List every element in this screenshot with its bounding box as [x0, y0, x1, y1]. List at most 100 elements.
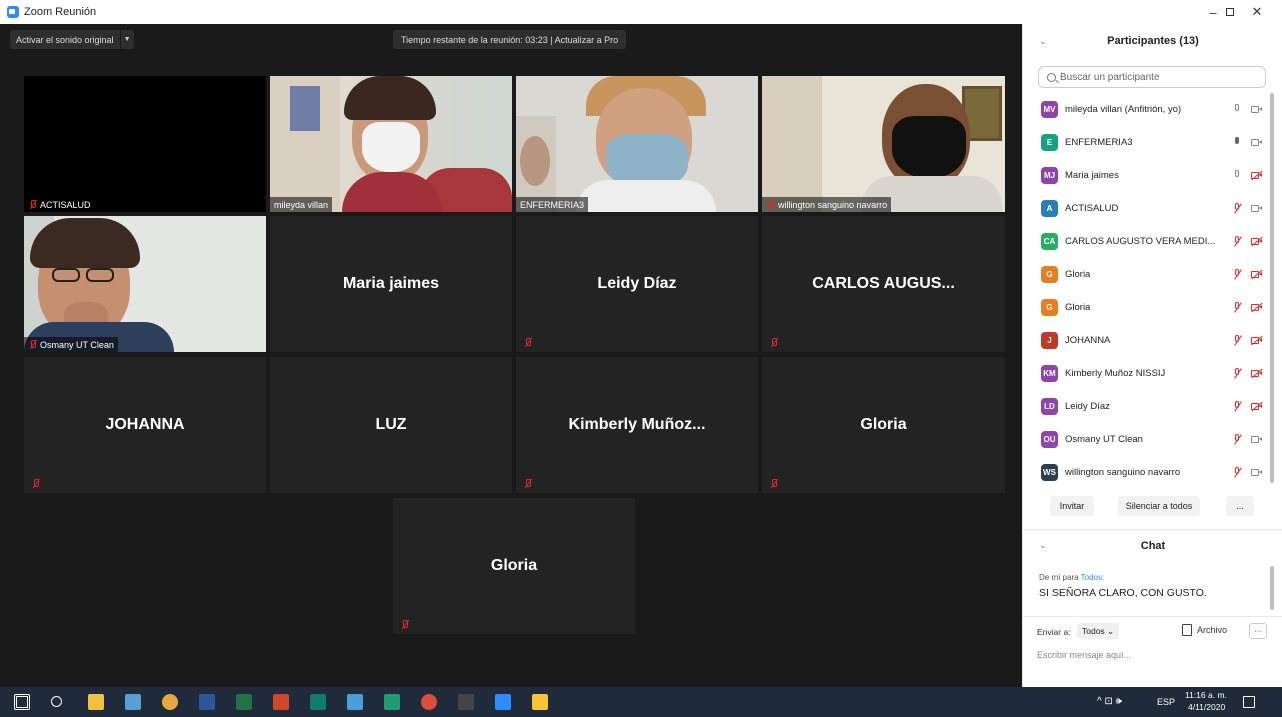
- video-tile[interactable]: ACTISALUD: [24, 76, 266, 212]
- participant-row[interactable]: OU Osmany UT Clean: [1023, 423, 1273, 456]
- video-tile-off[interactable]: JOHANNA: [24, 357, 266, 493]
- camera-off-icon[interactable]: [1251, 401, 1263, 412]
- video-tile-off[interactable]: Leidy Díaz: [516, 216, 758, 352]
- collapse-chevron-icon[interactable]: ⌄: [1039, 540, 1047, 551]
- video-tile-off[interactable]: CARLOS AUGUS...: [762, 216, 1005, 352]
- notifications-icon[interactable]: [1243, 696, 1255, 708]
- close-button[interactable]: ✕: [1240, 0, 1274, 24]
- calculator-icon[interactable]: [458, 694, 474, 710]
- participants-header: ⌄ Participantes (13): [1023, 24, 1282, 58]
- media-icon[interactable]: [347, 694, 363, 710]
- file-icon[interactable]: [1182, 624, 1192, 636]
- file-explorer-icon[interactable]: [88, 694, 104, 710]
- camera-icon[interactable]: [1251, 435, 1263, 444]
- participant-display-name: Kimberly Muñoz...: [568, 416, 706, 433]
- camera-icon[interactable]: [1251, 105, 1263, 114]
- participant-row[interactable]: WS willington sanguino navarro: [1023, 456, 1273, 489]
- camera-off-icon[interactable]: [1251, 368, 1263, 379]
- camera-off-icon[interactable]: [1251, 236, 1263, 247]
- participants-title: Participantes (13): [1107, 35, 1199, 47]
- participant-row[interactable]: G Gloria: [1023, 291, 1273, 324]
- collapse-chevron-icon[interactable]: ⌄: [1039, 36, 1047, 47]
- language-indicator[interactable]: ESP: [1157, 697, 1175, 707]
- camera-off-icon[interactable]: [1251, 269, 1263, 280]
- camera-icon[interactable]: [1251, 204, 1263, 213]
- muted-mic-icon[interactable]: [1232, 467, 1242, 478]
- meeting-timer-banner[interactable]: Tiempo restante de la reunión: 03:23 | A…: [393, 30, 627, 49]
- participant-row[interactable]: KM Kimberly Muñoz NISSIJ: [1023, 357, 1273, 390]
- muted-mic-icon: [28, 199, 37, 210]
- video-tile[interactable]: willington sanguino navarro: [762, 76, 1005, 212]
- muted-mic-icon[interactable]: [1232, 434, 1242, 445]
- camera-icon[interactable]: [1251, 138, 1263, 147]
- system-tray-icons[interactable]: ^ ⊡ 🕪: [1097, 696, 1122, 707]
- search-icon[interactable]: [51, 696, 62, 707]
- send-to-dropdown[interactable]: Todos ⌄: [1077, 623, 1120, 639]
- clock-time[interactable]: 11:16 a. m.: [1185, 690, 1227, 700]
- video-tile-off[interactable]: Gloria: [393, 498, 635, 634]
- participant-display-name: Gloria: [860, 416, 907, 433]
- project-icon[interactable]: [310, 694, 326, 710]
- muted-mic-icon: [400, 620, 409, 630]
- avatar: LD: [1041, 398, 1058, 415]
- zoom-icon[interactable]: [495, 694, 511, 710]
- screen-icon[interactable]: [384, 694, 400, 710]
- invite-button[interactable]: Invitar: [1050, 496, 1094, 516]
- muted-mic-icon[interactable]: [1232, 302, 1242, 313]
- file-button[interactable]: Archivo: [1197, 625, 1227, 635]
- participant-row[interactable]: CA CARLOS AUGUSTO VERA MEDI...: [1023, 225, 1273, 258]
- mic-icon[interactable]: [1232, 170, 1242, 181]
- chat-recipient-link[interactable]: Todos:: [1081, 573, 1105, 582]
- avatar: KM: [1041, 365, 1058, 382]
- chat-more-button[interactable]: ···: [1249, 623, 1267, 639]
- video-tile[interactable]: Osmany UT Clean: [24, 216, 266, 352]
- participant-row[interactable]: A ACTISALUD: [1023, 192, 1273, 225]
- sticky-notes-icon[interactable]: [532, 694, 548, 710]
- muted-mic-icon[interactable]: [1232, 401, 1242, 412]
- participants-scrollbar[interactable]: [1270, 93, 1274, 483]
- avatar: MV: [1041, 101, 1058, 118]
- muted-mic-icon[interactable]: [1232, 335, 1242, 346]
- participant-row[interactable]: MV mileyda villan (Anfitrión, yo): [1023, 93, 1273, 126]
- camera-off-icon[interactable]: [1251, 302, 1263, 313]
- participant-row[interactable]: E ENFERMERIA3: [1023, 126, 1273, 159]
- participants-actions: Invitar Silenciar a todos ...: [1023, 496, 1282, 518]
- video-tile-off[interactable]: Maria jaimes: [270, 216, 512, 352]
- video-tile-off[interactable]: Kimberly Muñoz...: [516, 357, 758, 493]
- chat-message-input[interactable]: Escribir mensaje aquí...: [1037, 650, 1131, 660]
- video-tile-off[interactable]: LUZ: [270, 357, 512, 493]
- obs-icon[interactable]: [421, 694, 437, 710]
- mic-active-icon[interactable]: [1232, 137, 1242, 148]
- muted-mic-icon[interactable]: [1232, 236, 1242, 247]
- original-sound-button[interactable]: Activar el sonido original: [10, 35, 120, 45]
- muted-mic-icon[interactable]: [1232, 269, 1242, 280]
- word-icon[interactable]: [199, 694, 215, 710]
- chrome-icon[interactable]: [162, 694, 178, 710]
- participant-search-input[interactable]: Buscar un participante: [1038, 66, 1266, 88]
- video-tile-off[interactable]: Gloria: [762, 357, 1005, 493]
- participant-row[interactable]: LD Leidy Díaz: [1023, 390, 1273, 423]
- start-windows-icon[interactable]: [14, 694, 30, 710]
- participant-row[interactable]: G Gloria: [1023, 258, 1273, 291]
- video-tile-active-speaker[interactable]: ENFERMERIA3: [516, 76, 758, 212]
- chevron-down-icon[interactable]: ▼: [119, 30, 134, 49]
- more-options-button[interactable]: ...: [1226, 496, 1254, 516]
- camera-icon[interactable]: [1251, 468, 1263, 477]
- photos-icon[interactable]: [125, 694, 141, 710]
- video-feed: [516, 76, 758, 212]
- participant-name: Gloria: [1065, 269, 1091, 280]
- chat-scrollbar[interactable]: [1270, 566, 1274, 610]
- participant-name: willington sanguino navarro: [1065, 467, 1181, 478]
- camera-off-icon[interactable]: [1251, 170, 1263, 181]
- participant-row[interactable]: J JOHANNA: [1023, 324, 1273, 357]
- muted-mic-icon[interactable]: [1232, 203, 1242, 214]
- camera-off-icon[interactable]: [1251, 335, 1263, 346]
- mic-icon[interactable]: [1232, 104, 1242, 115]
- excel-icon[interactable]: [236, 694, 252, 710]
- clock-date[interactable]: 4/11/2020: [1188, 702, 1225, 712]
- mute-all-button[interactable]: Silenciar a todos: [1118, 496, 1200, 516]
- participant-row[interactable]: MJ Maria jaimes: [1023, 159, 1273, 192]
- video-tile[interactable]: mileyda villan: [270, 76, 512, 212]
- powerpoint-icon[interactable]: [273, 694, 289, 710]
- muted-mic-icon[interactable]: [1232, 368, 1242, 379]
